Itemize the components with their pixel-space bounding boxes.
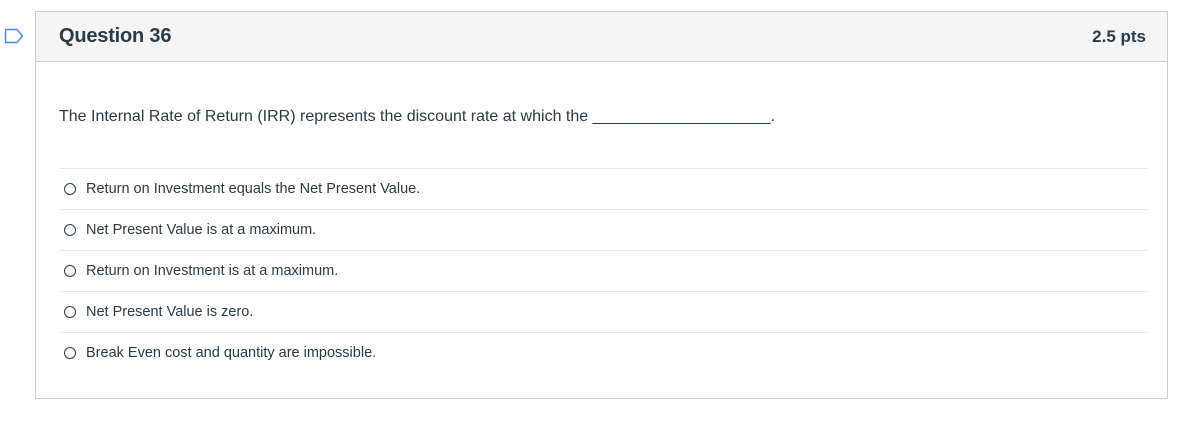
flag-question-icon[interactable] [4,26,24,46]
question-card: Question 36 2.5 pts The Internal Rate of… [35,11,1168,399]
answer-label[interactable]: Return on Investment is at a maximum. [86,263,338,279]
question-points: 2.5 pts [1092,26,1146,46]
radio-button[interactable] [64,347,76,359]
answer-option-5[interactable]: Break Even cost and quantity are impossi… [59,333,1147,373]
question-text: The Internal Rate of Return (IRR) repres… [59,108,776,125]
radio-button[interactable] [64,224,76,236]
answer-option-1[interactable]: Return on Investment equals the Net Pres… [59,169,1147,210]
answer-option-3[interactable]: Return on Investment is at a maximum. [59,251,1147,292]
answer-label[interactable]: Net Present Value is at a maximum. [86,222,316,238]
question-body: The Internal Rate of Return (IRR) repres… [36,62,1167,373]
answer-label[interactable]: Net Present Value is zero. [86,304,253,320]
answer-list: Return on Investment equals the Net Pres… [59,168,1147,373]
radio-button[interactable] [64,265,76,277]
answer-label[interactable]: Return on Investment equals the Net Pres… [86,181,420,197]
quiz-page: Question 36 2.5 pts The Internal Rate of… [0,0,1185,432]
question-title: Question 36 [59,25,172,47]
radio-button[interactable] [64,306,76,318]
answer-label[interactable]: Break Even cost and quantity are impossi… [86,345,376,361]
radio-button[interactable] [64,183,76,195]
answer-option-2[interactable]: Net Present Value is at a maximum. [59,210,1147,251]
answer-option-4[interactable]: Net Present Value is zero. [59,292,1147,333]
question-header: Question 36 2.5 pts [36,12,1167,62]
